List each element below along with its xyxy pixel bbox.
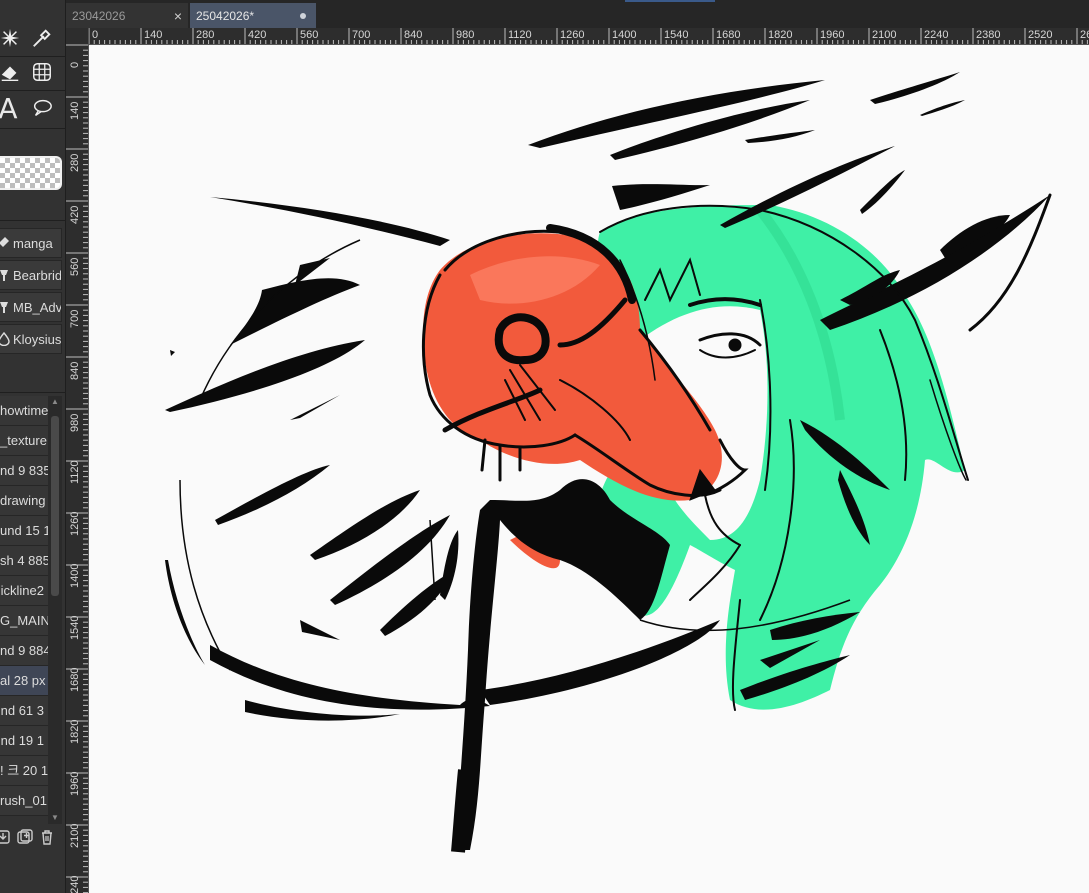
brush-label: manga [13,235,53,251]
tool-divider [0,128,66,129]
grid-icon[interactable] [28,58,56,86]
text-icon[interactable]: A [0,92,22,125]
ruler-label: 1820 [69,719,81,744]
tool-panel: A manga Bearbrid MB_Adv Kloysius howtime… [0,0,66,893]
brush-item-manga[interactable]: manga [0,228,62,258]
brush-icon [0,268,11,282]
ruler-label: 1960 [69,771,81,796]
subtool-item[interactable]: G_MAIN [0,606,48,636]
ruler-label: 420 [69,205,81,224]
subtool-item[interactable]: howtime [0,396,48,426]
arm-stroke [451,769,472,853]
subtool-item[interactable]: und 15 1 [0,516,48,546]
ruler-label: 840 [404,29,423,41]
ruler-label: 140 [144,29,163,41]
ruler-label: 1680 [716,29,741,41]
artwork [165,72,1052,853]
ruler-label: 840 [69,361,81,380]
trash-icon[interactable] [38,828,56,851]
ruler-label: 2520 [1028,29,1053,41]
document-tab-bar: 23042026 × 25042026* [66,0,1089,28]
add-subtool-icon[interactable] [16,828,34,851]
panel-divider [0,392,66,393]
tool-divider [0,56,66,57]
brush-label: MB_Adv [13,299,62,315]
subtool-item[interactable]: al 28 px [0,666,48,696]
sparkle-icon[interactable] [0,24,24,52]
app-window: A manga Bearbrid MB_Adv Kloysius howtime… [0,0,1089,893]
ruler-label: 1820 [768,29,793,41]
panel-divider [0,220,66,221]
ruler-label: 1680 [69,667,81,692]
scroll-down-icon[interactable]: ▼ [50,813,60,823]
ruler-label: 2240 [924,29,949,41]
tab-label: 23042026 [72,8,126,23]
brush-label: Bearbrid [13,267,62,283]
ruler-label: 280 [196,29,215,41]
brush-icon [0,300,11,314]
eyedropper-icon[interactable] [28,24,56,52]
ruler-label: 1540 [664,29,689,41]
drop-icon [0,332,11,346]
close-icon[interactable]: × [174,8,182,24]
scrollbar-thumb[interactable] [51,416,59,596]
window-accent [625,0,715,2]
ruler-label: 980 [456,29,475,41]
tab-23042026[interactable]: 23042026 × [66,3,188,28]
vertical-ruler[interactable]: 0 140 280 420 560 700 840 980 1120 1260 1400 1540 16… [66,28,89,893]
ruler-label: 420 [248,29,267,41]
subtool-item[interactable]: nd 9 884 [0,636,48,666]
ruler-label: 560 [300,29,319,41]
ruler-label: 1540 [69,615,81,640]
subtool-item[interactable]: nd 9 835 [0,456,48,486]
ruler-label: 700 [352,29,371,41]
brush-label: Kloysius [13,331,62,347]
eraser-icon[interactable] [0,58,24,86]
ruler-label: 1400 [69,563,81,588]
subtool-scrollbar[interactable]: ▲ ▼ [48,396,62,824]
ruler-label: 2240 [69,875,81,893]
ruler-label: 1260 [69,511,81,536]
subtool-item[interactable]: rush_01 [0,786,48,816]
ruler-label: 1960 [820,29,845,41]
ruler-label: 1260 [560,29,585,41]
subtool-item[interactable]: ickline2 [0,576,48,606]
subtool-item[interactable]: sh 4 885 [0,546,48,576]
ruler-label: 0 [69,61,81,68]
subtool-item[interactable]: _texture [0,426,48,456]
ruler-label: 2100 [872,29,897,41]
ruler-label: 266 [1080,29,1089,41]
ruler-label: 980 [69,413,81,432]
subtool-actions [0,826,66,852]
tab-25042026[interactable]: 25042026* [190,3,316,28]
import-icon[interactable] [0,828,12,851]
subtool-item[interactable]: nd 61 3 [0,696,48,726]
drawing-canvas[interactable] [89,45,1089,893]
subtool-item[interactable]: drawing [0,486,48,516]
brush-item-bearbrid[interactable]: Bearbrid [0,260,62,290]
ruler-label: 1400 [612,29,637,41]
transparent-color-swatch[interactable] [0,156,62,190]
ruler-label: 140 [69,101,81,120]
scroll-up-icon[interactable]: ▲ [50,397,60,407]
ruler-label: 560 [69,257,81,276]
subtool-item[interactable]: ! 크 20 1 [0,756,48,786]
unsaved-indicator-icon[interactable] [300,12,306,19]
ruler-label: 1120 [508,29,532,41]
brush-item-mb-adv[interactable]: MB_Adv [0,292,62,322]
ruler-label: 1120 [69,460,81,484]
ruler-label: 0 [92,29,99,41]
subtool-item[interactable]: nd 19 1 [0,726,48,756]
tab-label: 25042026* [196,8,255,23]
ruler-label: 700 [69,309,81,328]
ruler-label: 2100 [69,823,81,848]
pen-icon [0,236,11,250]
ruler-label: 2380 [976,29,1001,41]
speech-bubble-icon[interactable] [28,94,56,122]
brush-item-kloysius[interactable]: Kloysius [0,324,62,354]
horizontal-ruler[interactable]: 0 140 280 420 560 700 840 980 1120 1260 1400 1540 16… [89,28,1089,45]
ruler-label: 280 [69,153,81,172]
